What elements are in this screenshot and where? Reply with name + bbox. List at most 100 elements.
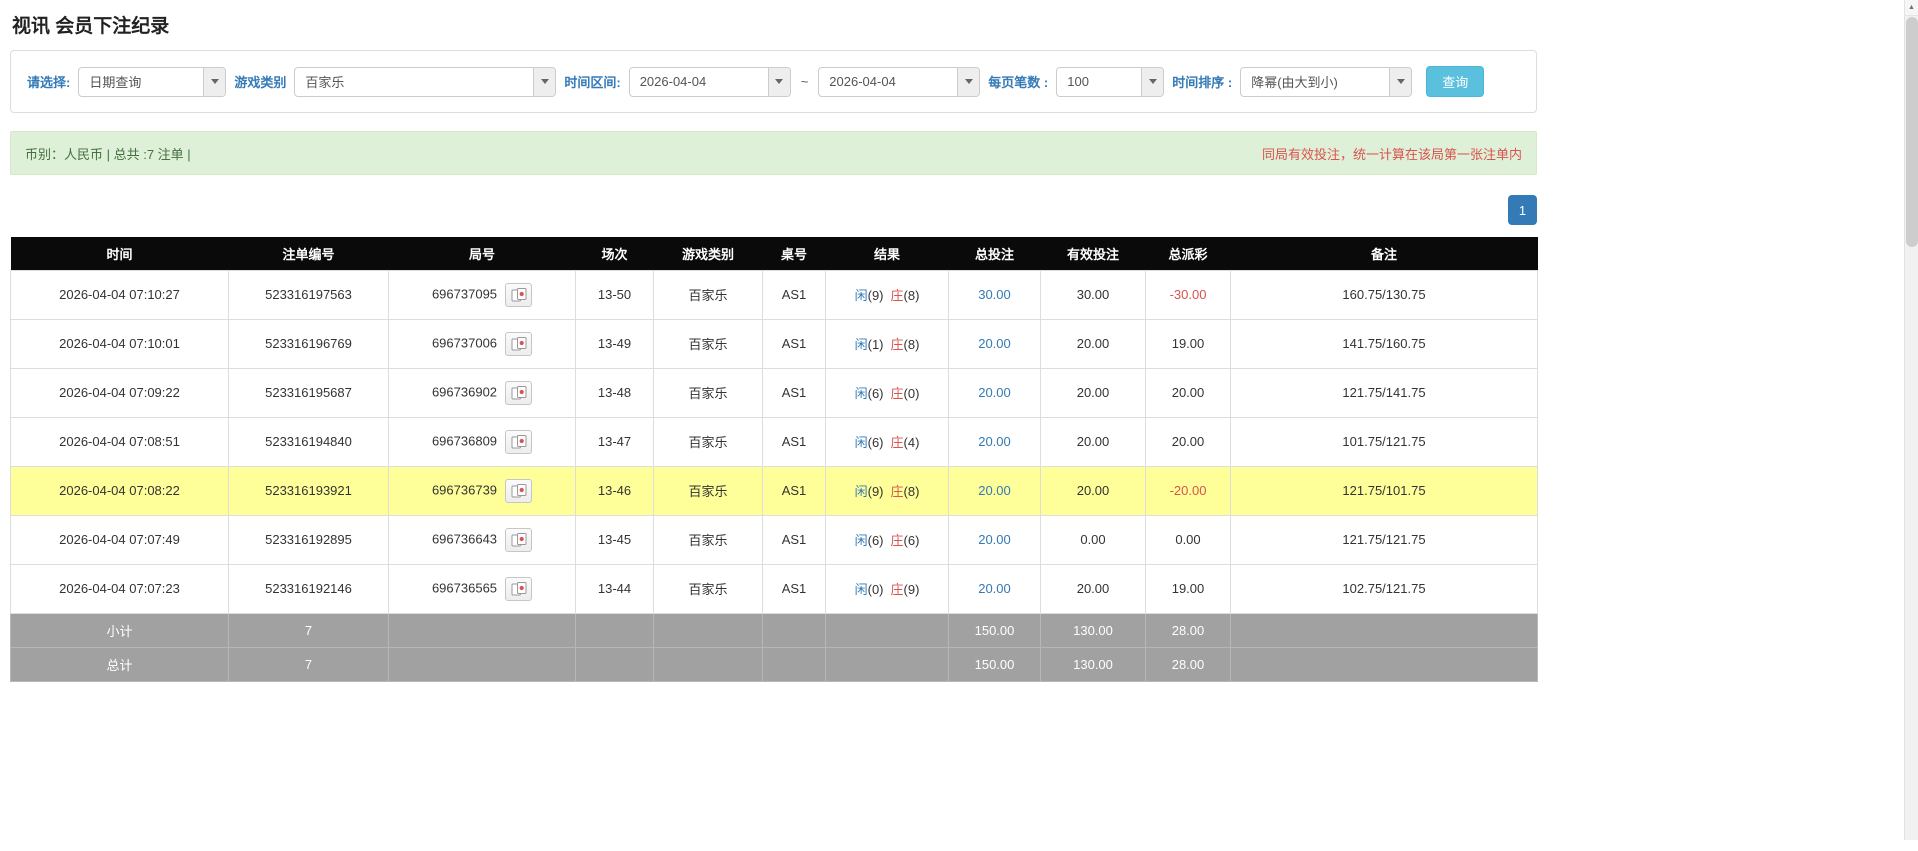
summary-bar: 币别：人民币 | 总共 :7 注单 | 同局有效投注，统一计算在该局第一张注单内 <box>10 131 1537 175</box>
cell-time: 2026-04-04 07:08:22 <box>11 466 229 515</box>
empty-cell <box>654 647 763 681</box>
cards-icon <box>511 533 527 547</box>
column-header: 游戏类别 <box>654 237 763 270</box>
scroll-up-icon[interactable]: ▲ <box>1905 0 1918 16</box>
chevron-down-icon[interactable] <box>768 68 790 96</box>
total-bet-link[interactable]: 20.00 <box>978 532 1011 547</box>
cell-round-id: 696736809 <box>389 417 576 466</box>
round-detail-button[interactable] <box>505 577 532 601</box>
cell-round-id: 696737095 <box>389 270 576 319</box>
round-detail-button[interactable] <box>505 381 532 405</box>
empty-cell <box>1231 647 1538 681</box>
table-row: 2026-04-04 07:09:22 523316195687 6967369… <box>11 368 1538 417</box>
result-banker: 庄 <box>891 288 904 303</box>
cell-bet-id: 523316195687 <box>229 368 389 417</box>
currency-summary-text: 币别：人民币 | 总共 :7 注单 | <box>25 144 191 163</box>
round-detail-button[interactable] <box>505 332 532 356</box>
chevron-down-icon[interactable] <box>533 68 555 96</box>
round-id-text: 696736739 <box>432 482 497 497</box>
result-banker: 庄 <box>891 533 904 548</box>
cell-round-id: 696736739 <box>389 466 576 515</box>
search-button[interactable]: 查询 <box>1426 66 1484 97</box>
cards-icon <box>511 288 527 302</box>
result-banker-number: (4) <box>904 435 920 450</box>
cell-payout: 19.00 <box>1146 319 1231 368</box>
result-player-number: (6) <box>868 386 884 401</box>
cell-remark: 121.75/141.75 <box>1231 368 1538 417</box>
result-player: 闲 <box>855 337 868 352</box>
result-player: 闲 <box>855 533 868 548</box>
total-valid-bet: 130.00 <box>1041 647 1146 681</box>
cell-game-type: 百家乐 <box>654 417 763 466</box>
cell-game-type: 百家乐 <box>654 368 763 417</box>
game-type-select[interactable]: 百家乐 <box>294 67 556 97</box>
time-range-label: 时间区间: <box>564 72 620 91</box>
pagination: 1 <box>10 195 1537 225</box>
page-number-button[interactable]: 1 <box>1508 195 1537 225</box>
table-row: 2026-04-04 07:07:23 523316192146 6967365… <box>11 564 1538 613</box>
result-player-number: (6) <box>868 533 884 548</box>
total-bet-link[interactable]: 20.00 <box>978 336 1011 351</box>
total-bet-link[interactable]: 30.00 <box>978 287 1011 302</box>
cell-bet-id: 523316196769 <box>229 319 389 368</box>
cell-game-type: 百家乐 <box>654 466 763 515</box>
result-player: 闲 <box>855 386 868 401</box>
total-bet-link[interactable]: 20.00 <box>978 483 1011 498</box>
cell-time: 2026-04-04 07:07:49 <box>11 515 229 564</box>
total-bet-link[interactable]: 20.00 <box>978 385 1011 400</box>
chevron-down-icon[interactable] <box>957 68 979 96</box>
total-bet-link[interactable]: 20.00 <box>978 434 1011 449</box>
scrollbar-thumb[interactable] <box>1906 17 1918 247</box>
cell-valid-bet: 20.00 <box>1041 564 1146 613</box>
table-row: 2026-04-04 07:10:01 523316196769 6967370… <box>11 319 1538 368</box>
chevron-down-icon[interactable] <box>1141 68 1163 96</box>
total-bet-link[interactable]: 20.00 <box>978 581 1011 596</box>
cell-valid-bet: 20.00 <box>1041 368 1146 417</box>
chevron-down-icon[interactable] <box>1389 68 1411 96</box>
cell-valid-bet: 20.00 <box>1041 417 1146 466</box>
cell-session: 13-45 <box>576 515 654 564</box>
cell-remark: 102.75/121.75 <box>1231 564 1538 613</box>
result-banker: 庄 <box>891 337 904 352</box>
column-header: 时间 <box>11 237 229 270</box>
round-detail-button[interactable] <box>505 528 532 552</box>
result-banker-number: (9) <box>904 582 920 597</box>
cell-table-number: AS1 <box>763 270 826 319</box>
page-title: 视讯 会员下注纪录 <box>12 11 1537 38</box>
cell-bet-id: 523316192146 <box>229 564 389 613</box>
cell-remark: 101.75/121.75 <box>1231 417 1538 466</box>
scrollbar[interactable]: ▲ <box>1904 0 1918 840</box>
cell-remark: 121.75/121.75 <box>1231 515 1538 564</box>
subtotal-total-bet: 150.00 <box>949 613 1041 647</box>
cell-result: 闲(6)庄(0) <box>826 368 949 417</box>
page-size-select[interactable]: 100 <box>1056 67 1164 97</box>
sort-order-select[interactable]: 降幂(由大到小) <box>1240 67 1412 97</box>
cell-result: 闲(9)庄(8) <box>826 466 949 515</box>
empty-cell <box>763 647 826 681</box>
round-detail-button[interactable] <box>505 479 532 503</box>
cell-session: 13-48 <box>576 368 654 417</box>
cell-remark: 141.75/160.75 <box>1231 319 1538 368</box>
cell-remark: 160.75/130.75 <box>1231 270 1538 319</box>
date-to-picker[interactable]: 2026-04-04 <box>818 67 980 97</box>
date-from-picker[interactable]: 2026-04-04 <box>629 67 791 97</box>
query-type-select[interactable]: 日期查询 <box>78 67 226 97</box>
sort-order-label: 时间排序 : <box>1172 72 1232 91</box>
round-detail-button[interactable] <box>505 283 532 307</box>
result-player: 闲 <box>855 435 868 450</box>
result-banker-number: (8) <box>904 484 920 499</box>
column-header: 总派彩 <box>1146 237 1231 270</box>
query-type-value: 日期查询 <box>79 68 203 96</box>
date-from-value: 2026-04-04 <box>630 68 768 96</box>
result-banker: 庄 <box>891 484 904 499</box>
game-type-value: 百家乐 <box>295 68 533 96</box>
round-detail-button[interactable] <box>505 430 532 454</box>
result-player: 闲 <box>855 484 868 499</box>
cell-total-bet: 20.00 <box>949 515 1041 564</box>
chevron-down-icon[interactable] <box>203 68 225 96</box>
table-row: 2026-04-04 07:08:22 523316193921 6967367… <box>11 466 1538 515</box>
round-id-text: 696736809 <box>432 433 497 448</box>
cell-bet-id: 523316197563 <box>229 270 389 319</box>
result-banker-number: (8) <box>904 337 920 352</box>
cards-icon <box>511 386 527 400</box>
